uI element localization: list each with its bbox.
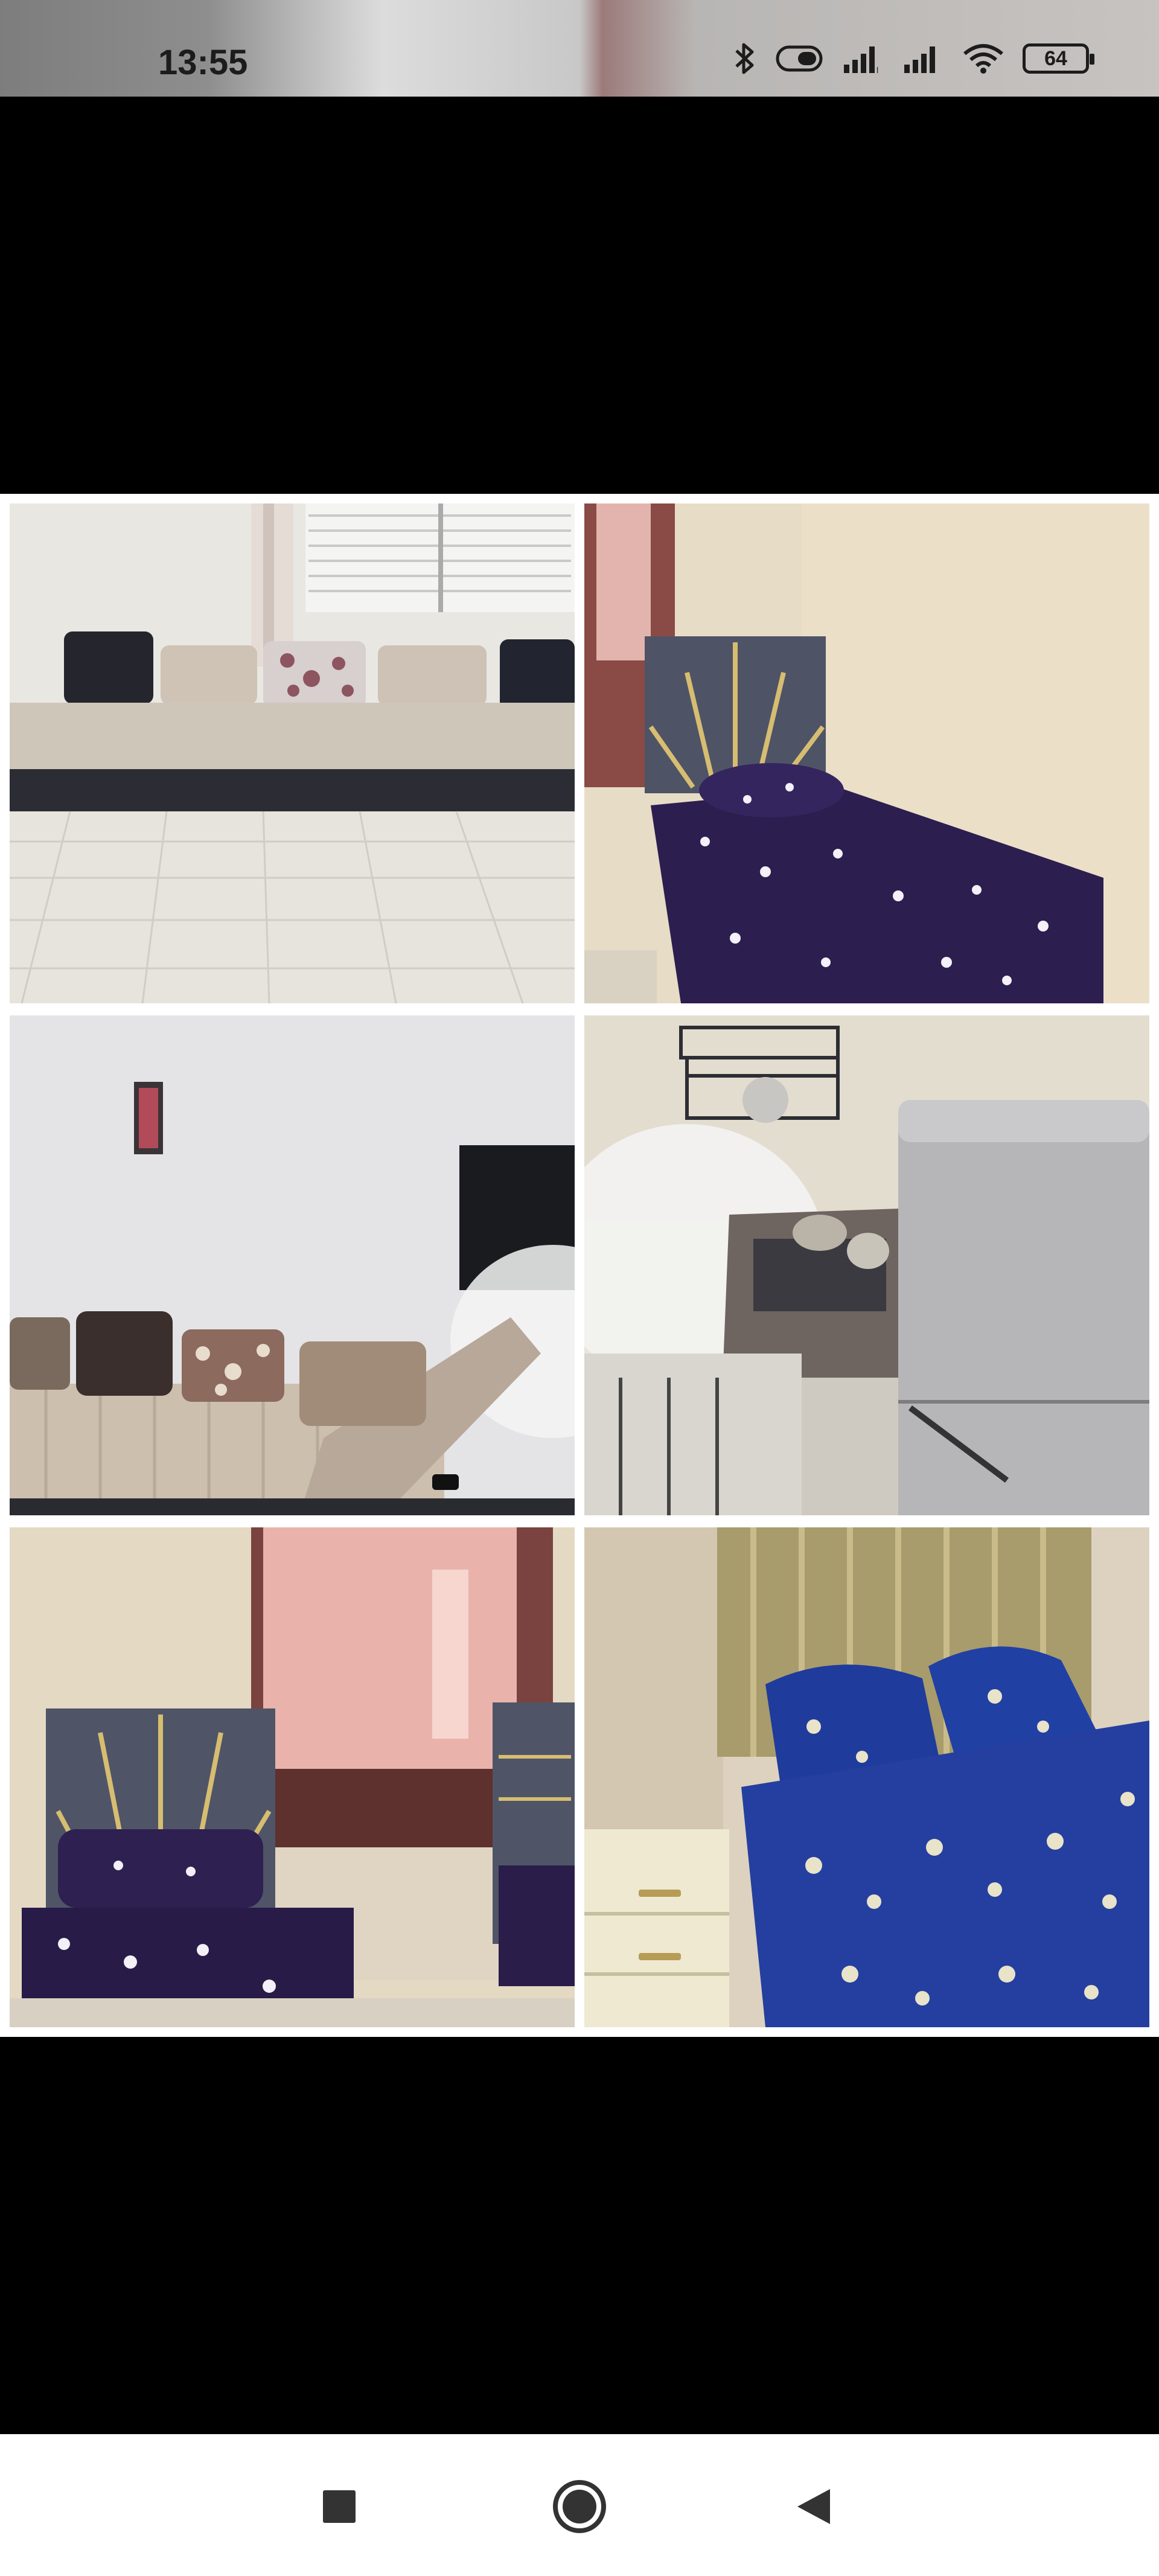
circle-icon [553, 2480, 606, 2533]
svg-text:l: l [876, 65, 878, 74]
signal-icon [904, 46, 935, 73]
living-room-sofa-photo[interactable] [10, 503, 575, 1003]
top-black-area [0, 97, 1159, 494]
photo-collage [0, 494, 1159, 2037]
wifi-icon [963, 44, 1003, 74]
home-button[interactable] [549, 2476, 610, 2537]
battery-icon: 64 [1023, 43, 1094, 74]
double-bed-photo[interactable] [584, 1527, 1149, 2027]
single-bed-photo[interactable] [584, 503, 1149, 1003]
toggle-icon [776, 45, 823, 72]
back-button[interactable] [784, 2476, 844, 2537]
salon-tv-photo[interactable] [10, 1015, 575, 1515]
single-bed-window-photo[interactable] [10, 1527, 575, 2027]
square-icon [323, 2490, 356, 2523]
recents-button[interactable] [309, 2476, 369, 2537]
kitchen-photo[interactable] [584, 1015, 1149, 1515]
signal-icon: l [844, 46, 878, 74]
status-icons: l 64 [733, 41, 1094, 76]
status-bar: 13:55 l 64 [0, 0, 1159, 97]
triangle-back-icon [797, 2489, 830, 2524]
bluetooth-icon [735, 43, 754, 74]
navigation-bar [0, 2434, 1159, 2576]
bottom-black-area [0, 2037, 1159, 2434]
status-time: 13:55 [158, 43, 248, 82]
battery-level: 64 [1044, 46, 1067, 70]
